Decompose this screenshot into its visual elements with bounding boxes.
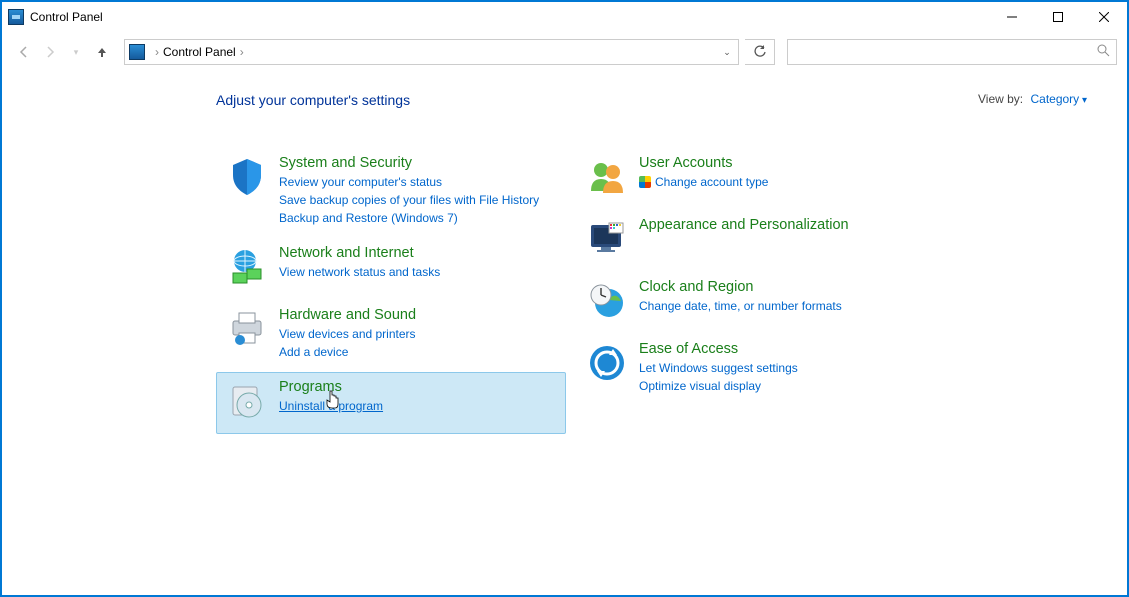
category-link[interactable]: View devices and printers	[279, 325, 557, 343]
control-panel-icon	[129, 44, 145, 60]
breadcrumb-sep-icon[interactable]: ›	[240, 45, 244, 59]
programs-disc-icon	[225, 379, 269, 423]
minimize-button[interactable]	[989, 2, 1035, 32]
category-network-internet[interactable]: Network and Internet View network status…	[216, 238, 566, 300]
globe-network-icon	[225, 245, 269, 289]
category-title[interactable]: Hardware and Sound	[279, 307, 557, 323]
left-column: System and Security Review your computer…	[216, 148, 566, 434]
up-button[interactable]	[90, 40, 114, 64]
ease-of-access-icon	[585, 341, 629, 385]
category-columns: System and Security Review your computer…	[216, 148, 1057, 434]
uac-shield-icon	[639, 176, 651, 188]
view-by: View by: Category	[978, 92, 1087, 106]
category-title[interactable]: Programs	[279, 379, 557, 395]
monitor-colors-icon	[585, 217, 629, 261]
recent-dropdown-button[interactable]: ▾	[64, 40, 88, 64]
category-link[interactable]: Optimize visual display	[639, 377, 917, 395]
control-panel-app-icon	[8, 9, 24, 25]
category-user-accounts[interactable]: User Accounts Change account type	[576, 148, 926, 210]
category-title[interactable]: Clock and Region	[639, 279, 917, 295]
category-link[interactable]: View network status and tasks	[279, 263, 557, 281]
category-title[interactable]: System and Security	[279, 155, 557, 171]
category-link[interactable]: Save backup copies of your files with Fi…	[279, 191, 557, 209]
titlebar: Control Panel	[2, 2, 1127, 32]
search-icon[interactable]	[1097, 44, 1110, 60]
category-link[interactable]: Let Windows suggest settings	[639, 359, 917, 377]
category-hardware-sound[interactable]: Hardware and Sound View devices and prin…	[216, 300, 566, 372]
category-clock-region[interactable]: Clock and Region Change date, time, or n…	[576, 272, 926, 334]
category-link[interactable]: Change account type	[639, 173, 917, 191]
category-link[interactable]: Change date, time, or number formats	[639, 297, 917, 315]
search-box[interactable]	[787, 39, 1117, 65]
maximize-button[interactable]	[1035, 2, 1081, 32]
category-title[interactable]: Appearance and Personalization	[639, 217, 917, 233]
address-dropdown-button[interactable]: ⌄	[716, 47, 738, 58]
category-appearance-personalization[interactable]: Appearance and Personalization	[576, 210, 926, 272]
window-title: Control Panel	[30, 10, 103, 24]
address-bar[interactable]: › Control Panel › ⌄	[124, 39, 739, 65]
view-by-label: View by:	[978, 92, 1023, 106]
category-title[interactable]: Ease of Access	[639, 341, 917, 357]
close-button[interactable]	[1081, 2, 1127, 32]
search-input[interactable]	[794, 44, 1097, 60]
uninstall-program-link[interactable]: Uninstall a program	[279, 397, 557, 415]
nav-row: ▾ › Control Panel › ⌄	[2, 32, 1127, 72]
category-title[interactable]: Network and Internet	[279, 245, 557, 261]
category-link[interactable]: Add a device	[279, 343, 557, 361]
breadcrumb-sep-icon: ›	[155, 45, 159, 59]
content-area: Adjust your computer's settings View by:…	[2, 72, 1127, 434]
refresh-button[interactable]	[745, 39, 775, 65]
view-by-dropdown[interactable]: Category	[1030, 92, 1087, 106]
page-heading: Adjust your computer's settings	[216, 92, 1057, 108]
category-link[interactable]: Review your computer's status	[279, 173, 557, 191]
window-controls	[989, 2, 1127, 32]
printer-icon	[225, 307, 269, 351]
category-system-security[interactable]: System and Security Review your computer…	[216, 148, 566, 238]
category-title[interactable]: User Accounts	[639, 155, 917, 171]
category-link[interactable]: Backup and Restore (Windows 7)	[279, 209, 557, 227]
category-link-label: Change account type	[655, 175, 768, 189]
user-accounts-icon	[585, 155, 629, 199]
back-button[interactable]	[12, 40, 36, 64]
right-column: User Accounts Change account type Appear…	[576, 148, 926, 434]
clock-globe-icon	[585, 279, 629, 323]
category-programs[interactable]: Programs Uninstall a program	[216, 372, 566, 434]
shield-icon	[225, 155, 269, 199]
category-ease-of-access[interactable]: Ease of Access Let Windows suggest setti…	[576, 334, 926, 406]
breadcrumb-root[interactable]: Control Panel	[163, 45, 236, 59]
forward-button[interactable]	[38, 40, 62, 64]
